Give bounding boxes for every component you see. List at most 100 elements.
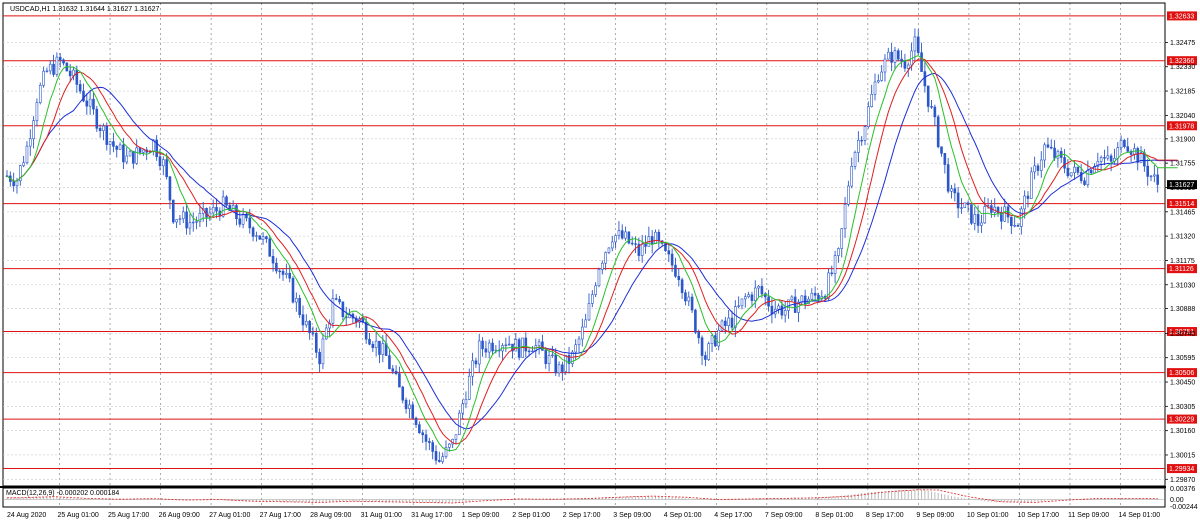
- candle-body: [135, 147, 139, 164]
- price-tick-label: 1.31755: [1170, 161, 1195, 168]
- time-label: 7 Sep 09:00: [765, 512, 803, 519]
- candle-body: [933, 106, 937, 118]
- candle-body: [438, 460, 441, 462]
- candle-body: [813, 292, 817, 296]
- macd-panel: [3, 489, 1165, 504]
- candle-body: [278, 270, 282, 273]
- candle-body: [1010, 216, 1013, 227]
- level-label: 1.31514: [1169, 201, 1194, 208]
- candle-body: [630, 242, 634, 245]
- candle-body: [318, 352, 321, 365]
- candle-body: [105, 125, 109, 145]
- candle-body: [537, 341, 541, 346]
- candle-body: [75, 69, 79, 85]
- candle-body: [883, 58, 887, 73]
- candle-body: [970, 204, 973, 224]
- candle-body: [1023, 195, 1026, 210]
- candle-body: [564, 354, 568, 372]
- candle-body: [221, 196, 225, 217]
- ma-blue-line: [6, 72, 1178, 430]
- candle-body: [886, 51, 890, 60]
- candle-body: [314, 332, 318, 353]
- candle-body: [657, 231, 661, 242]
- candle-body: [285, 272, 288, 275]
- candle-body: [760, 285, 764, 295]
- candle-body: [248, 217, 252, 229]
- candle-body: [22, 162, 25, 166]
- horizontal-levels: 1.326331.323661.319781.315141.311261.307…: [3, 11, 1197, 474]
- candle-body: [411, 404, 415, 419]
- candle-body: [175, 219, 178, 223]
- candle-body: [158, 156, 162, 167]
- time-label: 4 Sep 01:00: [664, 512, 702, 519]
- candle-body: [983, 206, 987, 224]
- candle-body: [288, 272, 291, 279]
- candle-body: [810, 292, 814, 300]
- candle-body: [461, 403, 464, 414]
- candle-body: [544, 350, 548, 364]
- candle-body: [1153, 174, 1156, 177]
- candle-body: [1043, 144, 1046, 161]
- candle-body: [670, 253, 674, 266]
- candle-body: [684, 292, 687, 302]
- price-tick-label: 1.32475: [1170, 40, 1195, 47]
- time-label: 31 Aug 01:00: [361, 512, 402, 519]
- candle-body: [1046, 144, 1050, 148]
- candle-body: [1119, 139, 1123, 149]
- candle-body: [471, 360, 474, 377]
- macd-tick-label: -0.00244: [1170, 504, 1198, 511]
- candle-body: [966, 202, 970, 205]
- candle-body: [464, 399, 468, 405]
- candle-body: [88, 98, 92, 107]
- level-label: 1.30506: [1169, 370, 1194, 377]
- candle-body: [271, 256, 275, 264]
- candle-body: [574, 344, 577, 353]
- candle-body: [803, 295, 807, 305]
- candle-body: [481, 340, 484, 350]
- candle-body: [368, 338, 371, 345]
- chart-header: USDCAD,H1 1.31632 1.31644 1.31627 1.3162…: [10, 6, 160, 13]
- price-panel-border: [2, 2, 1166, 487]
- candle-body: [690, 296, 694, 311]
- price-tick-label: 1.31465: [1170, 209, 1195, 216]
- price-chart[interactable]: 1.326331.323661.319781.315141.311261.307…: [0, 0, 1200, 523]
- candle-body: [734, 306, 737, 328]
- candle-body: [178, 218, 182, 220]
- candle-body: [261, 236, 265, 240]
- time-label: 14 Sep 01:00: [1118, 512, 1160, 519]
- candle-body: [783, 310, 787, 316]
- candle-body: [275, 262, 278, 272]
- candle-body: [591, 294, 594, 304]
- candle-body: [1069, 172, 1073, 177]
- moving-averages: [6, 55, 1178, 452]
- candle-body: [265, 236, 268, 240]
- candle-body: [697, 332, 701, 339]
- candle-body: [102, 125, 105, 131]
- time-label: 8 Sep 17:00: [866, 512, 904, 519]
- price-tick-label: 1.29870: [1170, 477, 1195, 484]
- candle-body: [837, 248, 840, 256]
- candle-body: [1013, 225, 1016, 227]
- candle-body: [600, 262, 604, 270]
- candle-body: [398, 373, 401, 388]
- time-label: 27 Aug 17:00: [260, 512, 301, 519]
- chart-window[interactable]: 1.32633 1.32366 1.31978 1.31514 1.31126 1.307…: [0, 0, 1200, 523]
- time-label: 25 Aug 01:00: [58, 512, 99, 519]
- time-label: 4 Sep 17:00: [714, 512, 752, 519]
- candle-body: [1116, 147, 1120, 159]
- candle-body: [394, 370, 398, 375]
- level-label: 1.32633: [1169, 13, 1194, 20]
- candle-body: [680, 279, 684, 293]
- candle-body: [704, 355, 707, 360]
- candle-body: [551, 354, 554, 357]
- axes: 24 Aug 2020 25 Aug 01:00 25 Aug 17:00 26 Au…: [7, 40, 1198, 519]
- candle-body: [614, 235, 617, 243]
- candle-body: [138, 147, 142, 153]
- macd-panel-border: [2, 487, 1166, 508]
- candle-body: [940, 146, 943, 154]
- time-label: 27 Aug 01:00: [209, 512, 250, 519]
- candle-body: [474, 360, 478, 365]
- current-price-label: 1.31627: [1169, 182, 1194, 189]
- candle-body: [687, 296, 691, 302]
- candle-body: [391, 368, 395, 372]
